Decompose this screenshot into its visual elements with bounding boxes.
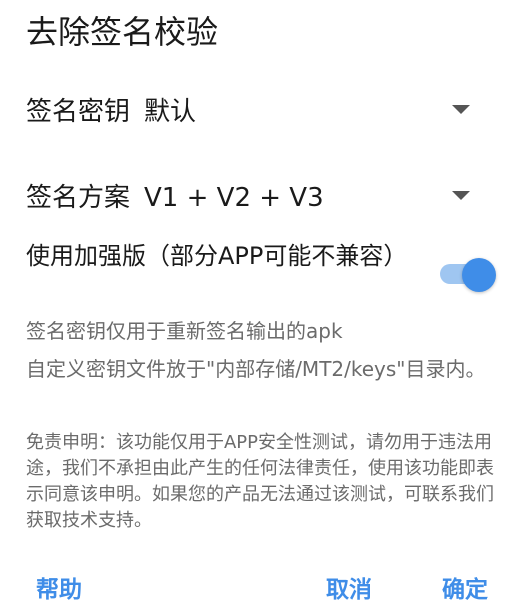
info-key-usage: 签名密钥仅用于重新签名输出的apk — [26, 319, 343, 343]
dropdown-arrow-icon — [452, 104, 470, 114]
confirm-button[interactable]: 确定 — [442, 574, 488, 606]
toggle-thumb — [462, 258, 496, 292]
signing-key-value: 默认 — [144, 96, 197, 127]
dropdown-arrow-icon — [452, 190, 470, 200]
dialog-title: 去除签名校验 — [26, 13, 219, 51]
signing-scheme-dropdown[interactable]: 签名方案 V1 + V2 + V3 — [26, 170, 478, 220]
remove-signature-check-dialog: 去除签名校验 签名密钥 默认 签名方案 V1 + V2 + V3 使用加强版（部分A… — [0, 0, 522, 611]
cancel-button[interactable]: 取消 — [326, 574, 372, 606]
signing-scheme-label: 签名方案 — [26, 182, 131, 213]
enhanced-mode-row: 使用加强版（部分APP可能不兼容） — [26, 240, 496, 306]
help-button[interactable]: 帮助 — [36, 574, 82, 606]
enhanced-mode-toggle[interactable] — [438, 256, 496, 292]
info-custom-key-location: 自定义密钥文件放于"内部存储/MT2/keys"目录内。 — [26, 357, 486, 381]
disclaimer-text: 免责申明：该功能仅用于APP安全性测试，请勿用于违法用途，我们不承担由此产生的任… — [26, 432, 494, 531]
enhanced-mode-label: 使用加强版（部分APP可能不兼容） — [26, 242, 408, 270]
signing-key-dropdown[interactable]: 签名密钥 默认 — [26, 84, 478, 134]
signing-key-label: 签名密钥 — [26, 96, 131, 127]
signing-scheme-value: V1 + V2 + V3 — [144, 182, 324, 213]
